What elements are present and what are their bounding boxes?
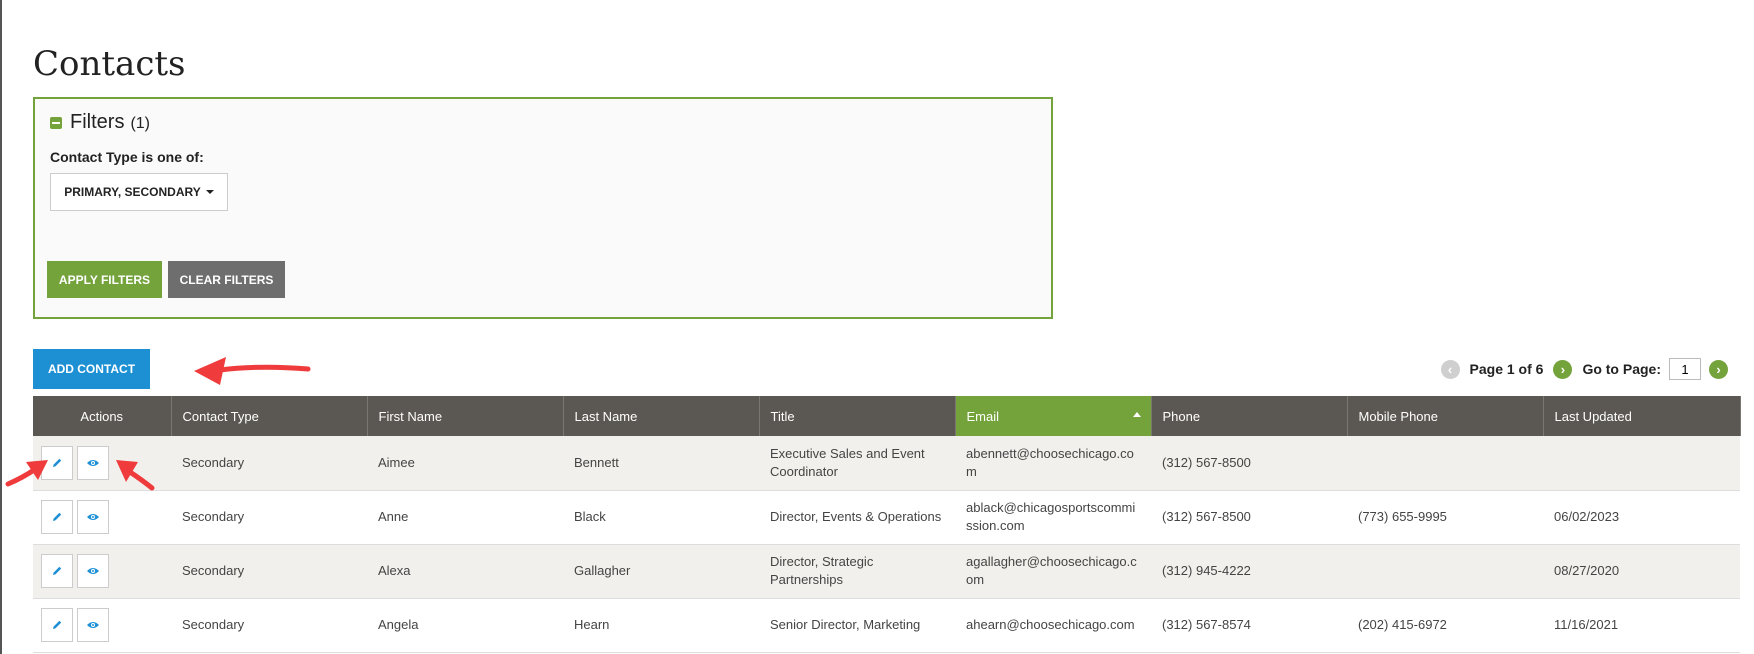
view-eye-icon[interactable] bbox=[77, 554, 109, 588]
cell-first-name: Anne bbox=[367, 490, 563, 545]
table-row: Secondary Anne Black Director, Events & … bbox=[33, 490, 1740, 545]
cell-last-updated: 06/02/2023 bbox=[1543, 490, 1740, 545]
contact-type-label: Contact Type is one of: bbox=[50, 149, 204, 165]
annotation-arrow-icon bbox=[116, 460, 155, 491]
view-eye-icon[interactable] bbox=[77, 445, 109, 480]
cell-email: ahearn@choosechicago.com bbox=[955, 598, 1151, 653]
cell-first-name: Alexa bbox=[367, 544, 563, 599]
edit-pencil-icon[interactable] bbox=[41, 500, 73, 534]
cell-last-updated: 08/27/2020 bbox=[1543, 544, 1740, 599]
cell-last-name: Hearn bbox=[563, 598, 759, 653]
cell-email: agallagher@choosechicago.com bbox=[955, 544, 1151, 599]
add-contact-button[interactable]: ADD CONTACT bbox=[33, 349, 150, 389]
row-actions bbox=[33, 490, 171, 545]
cell-last-name: Gallagher bbox=[563, 544, 759, 599]
contact-type-value: PRIMARY, SECONDARY bbox=[64, 185, 201, 199]
col-header-contact-type[interactable]: Contact Type bbox=[171, 396, 368, 436]
sort-ascending-icon bbox=[1132, 412, 1141, 417]
cell-mobile-phone bbox=[1347, 436, 1543, 491]
annotation-arrow-icon bbox=[5, 460, 48, 487]
table-row: Secondary Aimee Bennett Executive Sales … bbox=[33, 436, 1740, 491]
annotation-arrow-icon bbox=[194, 357, 311, 385]
cell-phone: (312) 945-4222 bbox=[1151, 544, 1347, 599]
go-to-page-label: Go to Page: bbox=[1582, 361, 1661, 377]
filters-header[interactable]: Filters (1) bbox=[50, 111, 150, 134]
cell-phone: (312) 567-8500 bbox=[1151, 490, 1347, 545]
cell-first-name: Aimee bbox=[367, 436, 563, 491]
page-title: Contacts bbox=[33, 44, 186, 84]
contacts-table: Actions Contact Type First Name Last Nam… bbox=[33, 396, 1741, 653]
table-row: Secondary Angela Hearn Senior Director, … bbox=[33, 598, 1740, 653]
cell-last-name: Bennett bbox=[563, 436, 759, 491]
cell-phone: (312) 567-8500 bbox=[1151, 436, 1347, 491]
cell-contact-type: Secondary bbox=[171, 544, 367, 599]
cell-email: abennett@choosechicago.com bbox=[955, 436, 1151, 491]
cell-mobile-phone bbox=[1347, 544, 1543, 599]
caret-down-icon bbox=[205, 190, 214, 194]
cell-first-name: Angela bbox=[367, 598, 563, 653]
cell-phone: (312) 567-8574 bbox=[1151, 598, 1347, 653]
col-header-email[interactable]: Email bbox=[955, 396, 1152, 436]
col-header-email-label: Email bbox=[966, 408, 1000, 424]
cell-mobile-phone: (773) 655-9995 bbox=[1347, 490, 1543, 545]
prev-page-icon[interactable]: ‹ bbox=[1440, 359, 1460, 379]
col-header-mobile-phone[interactable]: Mobile Phone bbox=[1347, 396, 1544, 436]
cell-contact-type: Secondary bbox=[171, 598, 367, 653]
edit-pencil-icon[interactable] bbox=[41, 608, 73, 642]
cell-contact-type: Secondary bbox=[171, 490, 367, 545]
filters-panel: Filters (1) Contact Type is one of: PRIM… bbox=[33, 97, 1053, 319]
col-header-last-name[interactable]: Last Name bbox=[563, 396, 760, 436]
row-actions bbox=[33, 544, 171, 599]
cell-title: Executive Sales and Event Coordinator bbox=[759, 436, 955, 491]
clear-filters-button[interactable]: CLEAR FILTERS bbox=[168, 261, 285, 298]
view-eye-icon[interactable] bbox=[77, 608, 109, 642]
filters-count: (1) bbox=[130, 115, 151, 132]
col-header-last-updated[interactable]: Last Updated bbox=[1543, 396, 1741, 436]
collapse-icon[interactable] bbox=[50, 116, 62, 129]
edit-pencil-icon[interactable] bbox=[41, 554, 73, 588]
col-header-title[interactable]: Title bbox=[759, 396, 956, 436]
go-page-icon[interactable]: › bbox=[1709, 359, 1728, 379]
cell-email: ablack@chicagosportscommission.com bbox=[955, 490, 1151, 545]
cell-contact-type: Secondary bbox=[171, 436, 367, 491]
cell-last-updated: 11/16/2021 bbox=[1543, 598, 1740, 653]
col-header-phone[interactable]: Phone bbox=[1151, 396, 1348, 436]
cell-title: Director, Strategic Partnerships bbox=[759, 544, 955, 599]
page-indicator: Page 1 of 6 bbox=[1469, 361, 1544, 377]
pagination: ‹ Page 1 of 6 › Go to Page: › bbox=[1440, 357, 1728, 381]
filters-title: Filters bbox=[70, 111, 125, 133]
cell-last-name: Black bbox=[563, 490, 759, 545]
table-header-row: Actions Contact Type First Name Last Nam… bbox=[33, 396, 1741, 436]
cell-mobile-phone: (202) 415-6972 bbox=[1347, 598, 1543, 653]
view-eye-icon[interactable] bbox=[77, 500, 109, 534]
next-page-icon[interactable]: › bbox=[1553, 359, 1573, 379]
col-header-first-name[interactable]: First Name bbox=[367, 396, 564, 436]
cell-last-updated bbox=[1543, 436, 1740, 491]
left-border bbox=[0, 0, 2, 654]
apply-filters-button[interactable]: APPLY FILTERS bbox=[47, 261, 162, 298]
cell-title: Senior Director, Marketing bbox=[759, 598, 955, 653]
col-header-actions: Actions bbox=[33, 396, 172, 436]
go-to-page-input[interactable] bbox=[1669, 358, 1701, 380]
contact-type-dropdown[interactable]: PRIMARY, SECONDARY bbox=[50, 173, 228, 211]
cell-title: Director, Events & Operations bbox=[759, 490, 955, 545]
table-row: Secondary Alexa Gallagher Director, Stra… bbox=[33, 544, 1740, 599]
row-actions bbox=[33, 598, 171, 653]
